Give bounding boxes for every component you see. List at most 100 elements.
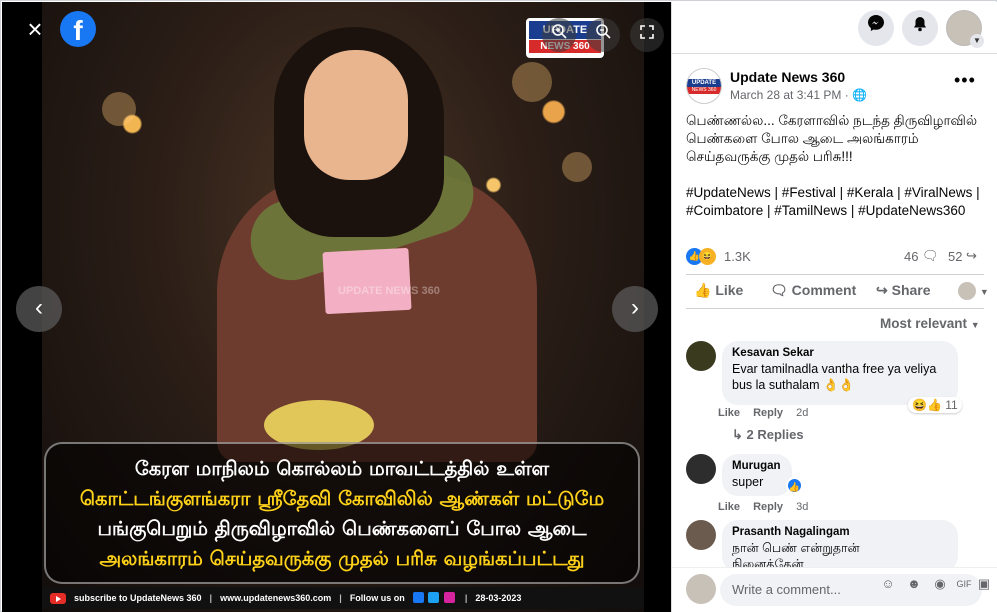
write-comment-bar: Write a comment... ☺ ☻ ◉ GIF ▣ <box>672 567 997 612</box>
comment-reply-link[interactable]: Reply <box>753 407 783 419</box>
like-label: Like <box>715 282 744 298</box>
post-timestamp[interactable]: March 28 at 3:41 PM · 🌐 <box>730 88 867 102</box>
post-header: UPDATE NEWS 360 Update News 360 March 28… <box>686 66 986 106</box>
like-reaction-icon: 👍 <box>926 398 942 412</box>
user-avatar[interactable] <box>686 574 716 604</box>
close-icon[interactable]: × <box>20 16 50 46</box>
camera-icon[interactable]: ◉ <box>932 576 948 592</box>
bokeh-light <box>512 62 552 102</box>
emoji-icon[interactable]: ☻ <box>906 576 922 592</box>
comment-like-link[interactable]: Like <box>718 407 740 419</box>
gif-icon[interactable]: GIF <box>956 576 972 592</box>
share-arrow-icon: ↪ <box>966 248 977 263</box>
caption-line-3: பங்குபெறும் திருவிழாவில் பெண்களைப் போல ஆ… <box>97 517 587 540</box>
chevron-left-icon: ‹ <box>35 294 43 321</box>
sort-label: Most relevant <box>880 316 968 331</box>
thumbs-up-icon: 👍 <box>694 282 712 298</box>
messenger-icon <box>868 15 884 31</box>
sticker-icon[interactable]: ▣ <box>976 576 992 592</box>
comment-text: Evar tamilnadla vantha free ya veliya bu… <box>732 362 937 392</box>
share-icon: ↪ <box>876 282 888 298</box>
caption-line-2: கொட்டங்குளங்கரா ஸ்ரீதேவி கோவிலில் ஆண்கள்… <box>79 487 605 510</box>
page-avatar[interactable]: UPDATE NEWS 360 <box>686 68 722 104</box>
comment-bubble: Murugan super <box>722 454 792 496</box>
post-text: பெண்ணல்ல... கேரளாவில் நடந்த திருவிழாவில்… <box>686 112 992 238</box>
divider <box>686 308 984 309</box>
share-button[interactable]: ↪ Share <box>876 282 931 299</box>
divider <box>686 274 984 275</box>
website-text: www.updatenews360.com <box>220 593 332 603</box>
comment-bubble-icon: 🗨 <box>922 248 939 263</box>
page-avatar-line2: NEWS 360 <box>687 87 721 94</box>
photo-viewer: UPDATE NEWS 360 கேரள மாநிலம் கொல்லம் மாவ… <box>2 2 671 612</box>
separator: | <box>464 593 468 603</box>
account-avatar[interactable]: ▼ <box>946 10 984 48</box>
previous-photo-button[interactable]: ‹ <box>16 286 62 332</box>
bell-icon <box>914 17 926 32</box>
bokeh-light <box>102 92 136 126</box>
post-actions: 👍 Like 🗨 Comment ↪ Share ▼ <box>686 282 989 304</box>
comment-sort-dropdown[interactable]: Most relevant ▼ <box>880 316 980 331</box>
like-button[interactable]: 👍 Like <box>694 282 743 299</box>
reaction-as-selector[interactable]: ▼ <box>958 282 989 301</box>
reaction-summary: 👍 😆 1.3K 46 🗨 52 ↪ <box>686 246 986 268</box>
comment-age: 2d <box>796 407 809 419</box>
commenter-name[interactable]: Prasanth Nagalingam <box>732 526 948 538</box>
commenter-name[interactable]: Kesavan Sekar <box>732 347 948 359</box>
post-body: பெண்ணல்ல... கேரளாவில் நடந்த திருவிழாவில்… <box>686 113 978 164</box>
replies-label: 2 Replies <box>746 427 804 442</box>
comment-count[interactable]: 46 <box>904 249 918 264</box>
chevron-down-icon: ▼ <box>970 34 984 48</box>
post-hashtags[interactable]: #UpdateNews | #Festival | #Kerala | #Vir… <box>686 184 992 220</box>
profile-avatar-small <box>958 282 976 301</box>
zoom-out-icon[interactable] <box>586 18 620 52</box>
commenter-avatar[interactable] <box>686 454 716 484</box>
comment-bubble: Prasanth Nagalingam நான் பெண் என்றுதான் … <box>722 520 958 572</box>
caption-line-4: அலங்காரம் செய்தவருக்கு முதல் பரிசு வழங்க… <box>99 547 585 570</box>
comment-text: super <box>732 475 764 489</box>
like-reaction-icon[interactable]: 👍 <box>786 477 803 494</box>
commenter-name[interactable]: Murugan <box>732 460 782 472</box>
comment-reaction-count: 11 <box>945 398 958 412</box>
page-name[interactable]: Update News 360 <box>730 69 845 85</box>
comment-meta: Like Reply 3d <box>718 501 808 513</box>
separator: | <box>209 593 213 603</box>
reaction-count[interactable]: 1.3K <box>724 249 751 264</box>
instagram-icon <box>443 591 455 603</box>
comment-like-link[interactable]: Like <box>718 501 740 513</box>
post-time-text: March 28 at 3:41 PM · <box>730 88 853 102</box>
commenter-avatar[interactable] <box>686 520 716 550</box>
follow-text: Follow us on <box>349 593 405 603</box>
messenger-button[interactable] <box>858 10 894 46</box>
facebook-logo-icon[interactable]: f <box>60 11 96 47</box>
facebook-icon <box>412 591 424 603</box>
watermark: UPDATE NEWS 360 <box>338 285 440 297</box>
comment-bubble: Kesavan Sekar Evar tamilnadla vantha fre… <box>722 341 958 405</box>
youtube-icon <box>50 592 66 604</box>
avatar-sticker-icon[interactable]: ☺ <box>880 576 896 592</box>
page-avatar-line1: UPDATE <box>687 79 721 87</box>
photo-caption: கேரள மாநிலம் கொல்லம் மாவட்டத்தில் உள்ள க… <box>44 442 640 584</box>
fullscreen-icon[interactable] <box>630 18 664 52</box>
comment-age: 3d <box>796 501 809 513</box>
comment-button[interactable]: 🗨 Comment <box>770 282 856 299</box>
comment-reaction-badge[interactable]: 😆👍 11 <box>908 397 962 413</box>
more-options-icon[interactable]: ••• <box>954 70 976 91</box>
subscribe-text: subscribe to UpdateNews 360 <box>74 593 202 603</box>
reply-arrow-icon: ↳ <box>732 427 743 442</box>
chevron-right-icon: › <box>631 294 639 321</box>
zoom-in-icon[interactable] <box>542 18 576 52</box>
view-replies-link[interactable]: ↳ 2 Replies <box>732 427 804 443</box>
comment-label: Comment <box>791 282 857 298</box>
next-photo-button[interactable]: › <box>612 286 658 332</box>
window-frame: UPDATE NEWS 360 கேரள மாநிலம் கொல்லம் மாவ… <box>0 0 997 612</box>
social-icons <box>412 591 457 605</box>
share-label: Share <box>891 282 931 298</box>
share-count[interactable]: 52 <box>948 249 962 264</box>
notifications-button[interactable] <box>902 10 938 46</box>
caption-line-1: கேரள மாநிலம் கொல்லம் மாவட்டத்தில் உள்ள <box>134 457 550 480</box>
top-bar: ▼ <box>672 2 997 54</box>
commenter-avatar[interactable] <box>686 341 716 371</box>
comment-reply-link[interactable]: Reply <box>753 501 783 513</box>
twitter-icon <box>428 591 440 603</box>
